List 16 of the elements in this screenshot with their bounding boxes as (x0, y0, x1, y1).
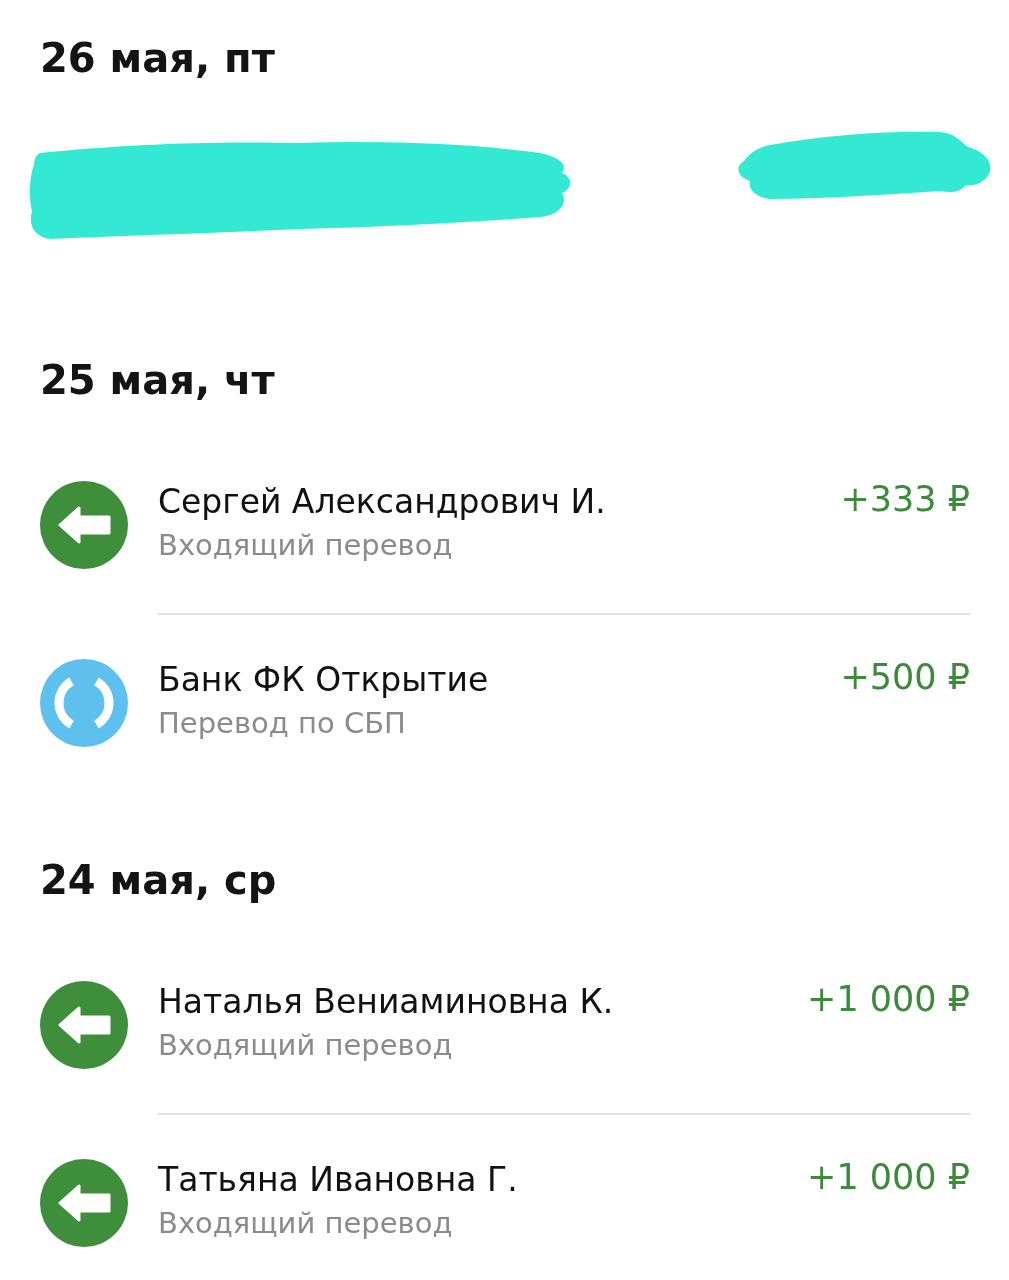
split-ring-icon (40, 659, 128, 747)
transaction-title: Сергей Александрович И. (158, 482, 606, 522)
transaction-title: Банк ФК Открытие (158, 660, 489, 700)
date-heading: 24 мая, ср (40, 856, 277, 905)
transaction-amount: +1 000 ₽ (807, 1157, 970, 1197)
transaction-amount: +500 ₽ (840, 657, 970, 697)
transaction-title: Наталья Вениаминовна К. (158, 982, 614, 1022)
transaction-subtitle: Перевод по СБП (158, 706, 406, 740)
transaction-subtitle: Входящий перевод (158, 1028, 453, 1062)
transaction-amount: +333 ₽ (840, 479, 970, 519)
date-heading: 26 мая, пт (40, 34, 275, 83)
transaction-subtitle: Входящий перевод (158, 528, 453, 562)
transaction-amount: +1 000 ₽ (807, 979, 970, 1019)
date-heading: 25 мая, чт (40, 356, 275, 405)
transaction-subtitle: Входящий перевод (158, 1206, 453, 1240)
transaction-title: Татьяна Ивановна Г. (158, 1160, 518, 1200)
